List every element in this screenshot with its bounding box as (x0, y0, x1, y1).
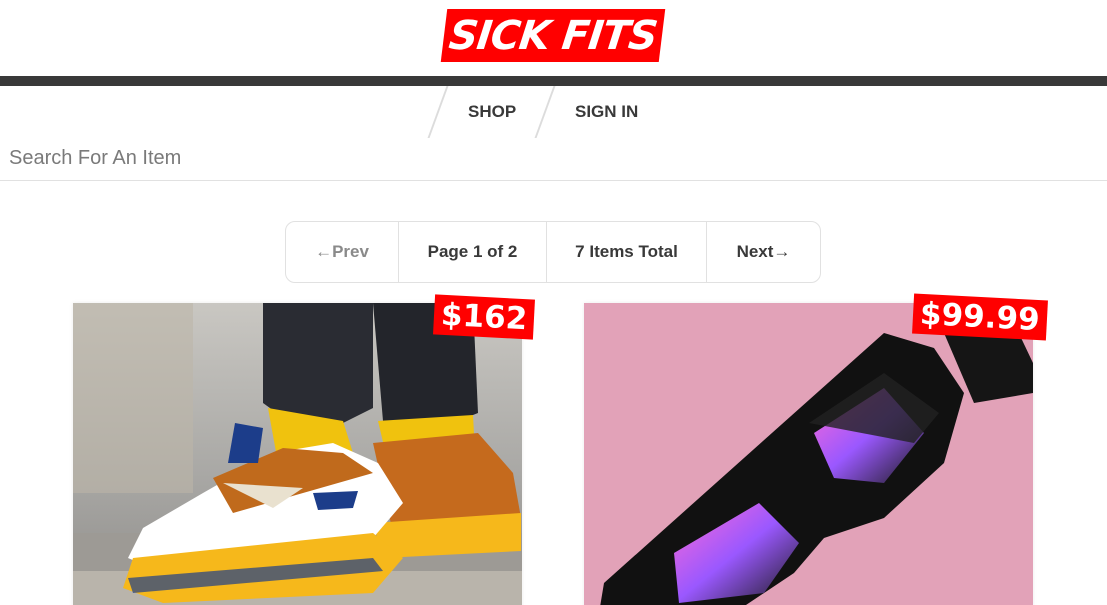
header-divider-bar (0, 76, 1107, 86)
nav-separator (534, 86, 556, 138)
items-total: 7 Items Total (547, 222, 707, 282)
logo-text: SICK FITS (446, 12, 660, 59)
nav-shop-link[interactable]: SHOP (468, 86, 516, 138)
price-tag: $162 (433, 294, 536, 340)
page-indicator: Page 1 of 2 (399, 222, 547, 282)
sneakers-photo[interactable] (73, 303, 522, 605)
next-page-link[interactable]: Next→ (707, 222, 820, 282)
search-input[interactable] (0, 138, 1107, 178)
pagination: ←Prev Page 1 of 2 7 Items Total Next→ (285, 221, 821, 283)
product-card[interactable] (73, 303, 522, 605)
nav-sign-in-link[interactable]: SIGN IN (575, 86, 638, 138)
prev-page-link[interactable]: ←Prev (286, 222, 399, 282)
site-header: SICK FITS (0, 0, 1107, 76)
main-nav: SHOP SIGN IN (0, 86, 1107, 138)
product-card[interactable] (584, 303, 1033, 605)
logo-link[interactable]: SICK FITS (440, 9, 666, 62)
price-tag: $99.99 (912, 293, 1048, 341)
nav-separator (427, 86, 449, 138)
search-bar (0, 138, 1107, 181)
sunglasses-photo[interactable] (584, 303, 1033, 605)
